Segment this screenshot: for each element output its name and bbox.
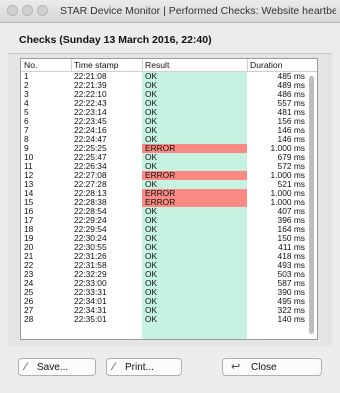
table-row[interactable]: 7 22:24:16 OK 146 ms: [21, 126, 307, 135]
header-result[interactable]: Result: [145, 60, 169, 70]
table-row[interactable]: 17 22:29:24 OK 396 ms: [21, 216, 307, 225]
column-separator: [71, 59, 72, 71]
table-row[interactable]: 10 22:25:47 OK 679 ms: [21, 153, 307, 162]
table-row[interactable]: 3 22:22:10 OK 486 ms: [21, 90, 307, 99]
print-button-label: Print...: [125, 362, 154, 373]
window-title: STAR Device Monitor | Performed Checks: …: [60, 5, 336, 17]
table-row[interactable]: 18 22:29:54 OK 164 ms: [21, 225, 307, 234]
header-no[interactable]: No.: [24, 60, 37, 70]
return-arrow-icon: ↩: [231, 361, 241, 373]
table-row[interactable]: 1 22:21:08 OK 485 ms: [21, 72, 307, 81]
table-row[interactable]: 25 22:33:31 OK 390 ms: [21, 288, 307, 297]
close-button-label: Close: [251, 362, 277, 373]
table-row[interactable]: 19 22:30:24 OK 150 ms: [21, 234, 307, 243]
table-row[interactable]: 9 22:25:25 ERROR 1.000 ms: [21, 144, 307, 153]
table-row[interactable]: 22 22:31:58 OK 493 ms: [21, 261, 307, 270]
table-header: No. Time stamp Result Duration: [21, 59, 317, 72]
pencil-icon: ⁄: [25, 361, 27, 373]
print-button[interactable]: ⁄ Print...: [106, 358, 182, 376]
cell-duration: 140 ms: [277, 314, 305, 324]
table-row[interactable]: 6 22:23:45 OK 156 ms: [21, 117, 307, 126]
table-row[interactable]: 5 22:23:14 OK 481 ms: [21, 108, 307, 117]
vertical-scrollbar[interactable]: [308, 72, 316, 335]
title-bar: STAR Device Monitor | Performed Checks: …: [0, 0, 340, 23]
table-row[interactable]: 12 22:27:08 ERROR 1.000 ms: [21, 171, 307, 180]
close-button[interactable]: ↩ Close: [222, 358, 322, 376]
table-rows: 1 22:21:08 OK 485 ms 2 22:21:39 OK 489 ms 3 22:22…: [21, 72, 307, 324]
table-row[interactable]: 2 22:21:39 OK 489 ms: [21, 81, 307, 90]
column-separator: [247, 59, 248, 71]
table-row[interactable]: 16 22:28:54 OK 407 ms: [21, 207, 307, 216]
table-row[interactable]: 26 22:34:01 OK 495 ms: [21, 297, 307, 306]
table-row[interactable]: 28 22:35:01 OK 140 ms: [21, 315, 307, 324]
window-close-button[interactable]: [7, 5, 18, 16]
checks-table: No. Time stamp Result Duration 1 22:21:08…: [20, 58, 318, 340]
cell-result: OK: [145, 314, 158, 324]
scrollbar-thumb[interactable]: [309, 76, 314, 334]
checks-heading: Checks (Sunday 13 March 2016, 22:40): [19, 34, 212, 46]
table-row[interactable]: 24 22:33:00 OK 587 ms: [21, 279, 307, 288]
table-row[interactable]: 21 22:31:26 OK 418 ms: [21, 252, 307, 261]
pencil-icon: ⁄: [113, 361, 115, 373]
header-duration[interactable]: Duration: [250, 60, 282, 70]
table-row[interactable]: 23 22:32:29 OK 503 ms: [21, 270, 307, 279]
save-button-label: Save...: [37, 362, 69, 373]
window-minimize-button[interactable]: [22, 5, 33, 16]
window-zoom-button[interactable]: [37, 5, 48, 16]
save-button[interactable]: ⁄ Save...: [18, 358, 96, 376]
table-row[interactable]: 27 22:34:31 OK 322 ms: [21, 306, 307, 315]
table-row[interactable]: 20 22:30:55 OK 411 ms: [21, 243, 307, 252]
table-row[interactable]: 4 22:22:43 OK 557 ms: [21, 99, 307, 108]
checks-panel: No. Time stamp Result Duration 1 22:21:08…: [8, 53, 332, 346]
cell-no: 28: [24, 314, 34, 324]
header-timestamp[interactable]: Time stamp: [74, 60, 119, 70]
cell-timestamp: 22:35:01: [74, 314, 107, 324]
column-separator: [142, 59, 143, 71]
table-row[interactable]: 15 22:28:38 ERROR 1.000 ms: [21, 198, 307, 207]
